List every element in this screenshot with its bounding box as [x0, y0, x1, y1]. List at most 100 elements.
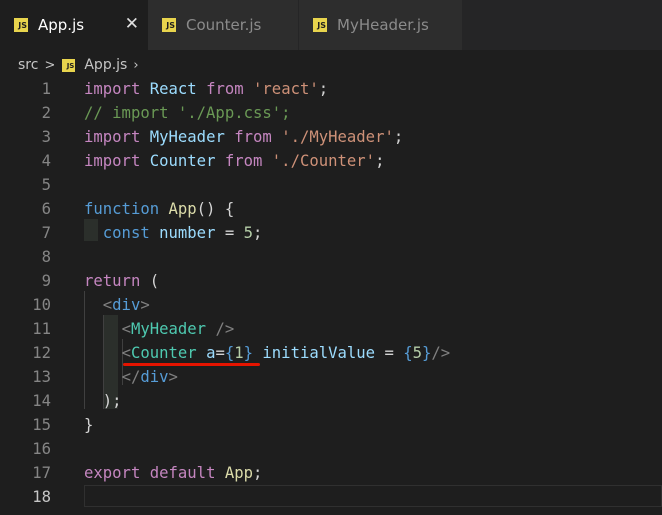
- code-text[interactable]: return (: [84, 269, 159, 293]
- token: number: [159, 224, 216, 242]
- token: MyHeader: [130, 320, 207, 338]
- code-text[interactable]: <MyHeader />: [84, 317, 235, 341]
- token: ;: [318, 80, 329, 98]
- token: function: [84, 200, 160, 218]
- token: >: [140, 296, 150, 314]
- token: );: [102, 392, 122, 410]
- token: 5: [412, 344, 423, 362]
- code-text[interactable]: const number = 5;: [84, 221, 263, 245]
- token: ;: [375, 152, 385, 170]
- line-number: 16: [32, 440, 51, 458]
- token: }: [422, 344, 432, 362]
- token: =: [215, 224, 244, 242]
- code-text[interactable]: function App() {: [84, 197, 234, 221]
- token: App: [224, 464, 254, 482]
- token: {: [224, 200, 235, 218]
- token: 5: [243, 224, 254, 242]
- code-line: 11 <MyHeader />: [0, 317, 662, 341]
- token: {: [224, 344, 235, 362]
- code-line: 10 <div>: [0, 293, 662, 317]
- token: >: [168, 368, 178, 386]
- code-line: 1 import React from 'react';: [0, 77, 662, 101]
- code-text[interactable]: export default App;: [84, 461, 262, 485]
- token: ;: [253, 224, 263, 242]
- code-line: 2 // import './App.css';: [0, 101, 662, 125]
- line-number: 10: [32, 296, 51, 314]
- token: Counter: [149, 152, 216, 170]
- breadcrumb: src > JS App.js ›: [0, 50, 662, 80]
- code-text[interactable]: import MyHeader from './MyHeader';: [84, 125, 403, 149]
- chevron-right-icon: ›: [133, 57, 139, 73]
- js-file-icon: JS: [162, 18, 176, 32]
- token: }: [243, 344, 254, 362]
- token: =: [375, 344, 404, 362]
- token: }: [84, 416, 94, 434]
- line-number: 9: [41, 272, 51, 290]
- token: Counter: [130, 344, 197, 362]
- token: import: [84, 128, 141, 146]
- token: return: [84, 272, 141, 290]
- error-squiggle[interactable]: [123, 363, 260, 366]
- token: export: [84, 464, 141, 482]
- code-line: 3 import MyHeader from './MyHeader';: [0, 125, 662, 149]
- tab-label: MyHeader.js: [337, 16, 429, 34]
- token: './Counter': [271, 152, 376, 170]
- token: ;: [393, 128, 404, 146]
- token: MyHeader: [149, 128, 225, 146]
- code-text[interactable]: <Counter a={1} initialValue = {5}/>: [84, 341, 451, 365]
- line-number: 17: [32, 464, 51, 482]
- line-number: 5: [41, 176, 51, 194]
- tab-label: App.js: [38, 16, 85, 34]
- current-line-highlight: [84, 485, 662, 507]
- token: div: [112, 296, 141, 314]
- token: App: [168, 200, 197, 218]
- token: {: [403, 344, 413, 362]
- close-icon[interactable]: ✕: [125, 15, 139, 33]
- js-file-icon: JS: [62, 58, 76, 72]
- code-line: 15 }: [0, 413, 662, 437]
- breadcrumb-folder[interactable]: src: [18, 57, 38, 73]
- code-text[interactable]: );: [84, 389, 122, 413]
- breadcrumb-file[interactable]: App.js: [84, 57, 127, 73]
- line-number: 13: [32, 368, 51, 386]
- code-text[interactable]: import Counter from './Counter';: [84, 149, 384, 173]
- line-number: 7: [41, 224, 51, 242]
- line-number: 4: [41, 152, 51, 170]
- token: default: [149, 464, 216, 482]
- tab-myheader-js[interactable]: JS MyHeader.js: [299, 0, 462, 50]
- token: import: [84, 80, 141, 98]
- tab-counter-js[interactable]: JS Counter.js: [148, 0, 298, 50]
- tab-app-js[interactable]: JS App.js ✕: [0, 0, 148, 50]
- token: import: [84, 152, 141, 170]
- line-number: 11: [32, 320, 51, 338]
- code-text[interactable]: </div>: [84, 365, 178, 389]
- token: <: [121, 344, 131, 362]
- code-text[interactable]: <div>: [84, 293, 150, 317]
- code-text[interactable]: }: [84, 413, 93, 437]
- line-number: 12: [32, 344, 51, 362]
- line-number: 2: [41, 104, 51, 122]
- line-number: 18: [32, 488, 51, 506]
- token: (: [140, 272, 160, 290]
- code-editor[interactable]: 1 import React from 'react'; 2 // import…: [0, 77, 662, 515]
- token: React: [149, 80, 197, 98]
- code-text[interactable]: // import './App.css';: [84, 101, 291, 125]
- token: from: [206, 80, 244, 98]
- line-number: 6: [41, 200, 51, 218]
- code-text[interactable]: import React from 'react';: [84, 77, 328, 101]
- token: from: [224, 152, 263, 170]
